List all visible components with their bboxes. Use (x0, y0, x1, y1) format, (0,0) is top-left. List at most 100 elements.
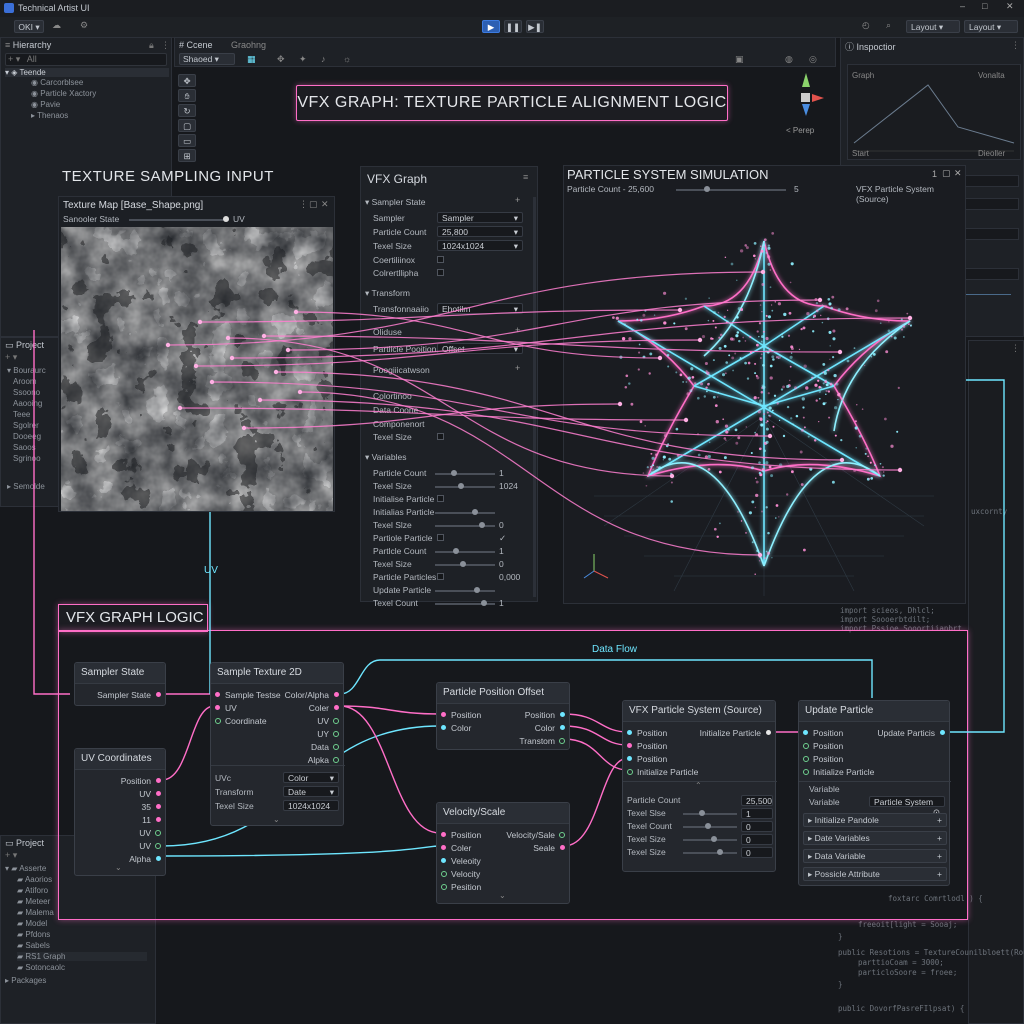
source-row-slider-knob[interactable] (705, 823, 711, 829)
texel-size-field[interactable]: 1024x1024 (283, 800, 339, 811)
project-item[interactable]: ▰ Malema (17, 908, 54, 917)
expand-icon[interactable]: ⌃ (695, 781, 702, 790)
more-icon[interactable]: ⋮ (299, 199, 308, 210)
history-icon[interactable]: ◴ (862, 20, 870, 31)
variable-checkbox[interactable] (437, 573, 444, 580)
output-port[interactable] (560, 725, 565, 730)
variable-slider-knob[interactable] (460, 561, 466, 567)
uvc-dropdown[interactable]: Color ▾ (283, 772, 339, 783)
gizmos-menu-icon[interactable]: ◎ (809, 54, 817, 65)
output-port[interactable] (156, 791, 161, 796)
close-icon[interactable]: ✕ (321, 199, 329, 210)
project-item[interactable]: ▰ Sotoncaolc (17, 963, 65, 972)
vfx-panel-scrollbar[interactable] (533, 197, 536, 597)
input-port[interactable] (803, 743, 809, 749)
input-port[interactable] (803, 756, 809, 762)
uv-slider-knob[interactable] (223, 216, 229, 222)
sampler-section[interactable]: ▾ Sampler State (365, 197, 426, 208)
variable-slider-knob[interactable] (453, 548, 459, 554)
minimize-icon[interactable]: – (960, 1, 965, 11)
output-port[interactable] (334, 692, 339, 697)
particle-count-dropdown[interactable]: 25,800 ▾ (437, 226, 523, 237)
uv-slider[interactable] (129, 219, 229, 221)
project-add-button[interactable]: + ▾ (5, 352, 17, 363)
layout-dropdown[interactable]: Layout ▾ (964, 20, 1018, 33)
output-port[interactable] (333, 744, 339, 750)
input-port[interactable] (441, 832, 446, 837)
output-port[interactable] (560, 845, 565, 850)
transform-dropdown[interactable]: Date ▾ (283, 786, 339, 797)
hierarchy-item[interactable]: ▸ Thenaos (31, 111, 68, 120)
source-row-value[interactable]: 0 (741, 821, 773, 832)
variable-slider[interactable] (435, 525, 495, 527)
source-row-value[interactable]: 0 (741, 834, 773, 845)
close-icon[interactable]: ✕ (1006, 1, 1014, 12)
variable-slider-knob[interactable] (472, 509, 478, 515)
source-row-value[interactable]: 0 (741, 847, 773, 858)
transform-dropdown[interactable]: Ehotilm ▾ (437, 303, 523, 314)
globe-icon[interactable]: ◍ (785, 54, 793, 65)
maximize-icon[interactable]: ▢ (942, 168, 951, 179)
input-port[interactable] (627, 769, 633, 775)
particle-position-dropdown[interactable]: Offset ▾ (437, 343, 523, 354)
output-port[interactable] (156, 804, 161, 809)
project-dropdown[interactable]: OKI ▾ (14, 20, 44, 33)
variable-slider-knob[interactable] (474, 587, 480, 593)
curve-graph[interactable] (848, 65, 1020, 159)
output-port[interactable] (559, 832, 565, 838)
output-port[interactable] (334, 705, 339, 710)
output-port[interactable] (155, 830, 161, 836)
menu-icon[interactable]: ≡ (523, 172, 528, 182)
update-option-button[interactable]: ▸ Date Variables + (803, 831, 947, 845)
source-row-slider-knob[interactable] (699, 810, 705, 816)
hierarchy-item[interactable]: ◉ Carcorblsee (31, 78, 83, 87)
project-item[interactable]: ▾ Bouraurc (7, 366, 46, 375)
project-item[interactable]: ▰ Model (17, 919, 47, 928)
add-icon[interactable]: + (515, 195, 520, 205)
output-port[interactable] (560, 712, 565, 717)
add-icon[interactable]: + (937, 832, 946, 845)
more-icon[interactable]: ⋮ (1011, 40, 1020, 51)
graphing-tab[interactable]: Graohng (231, 40, 266, 50)
coords-checkbox[interactable] (437, 256, 444, 263)
velocity-scale-node[interactable]: Velocity/Scale Position Coler Veleoity Velo… (436, 802, 570, 904)
add-icon[interactable]: + (515, 363, 520, 373)
input-port[interactable] (441, 725, 446, 730)
particle-viewport[interactable] (564, 196, 965, 604)
shading-dropdown[interactable]: Shaoed ▾ (179, 53, 235, 65)
add-icon[interactable]: + (937, 850, 946, 863)
variable-checkbox[interactable] (437, 534, 444, 541)
output-port[interactable] (156, 817, 161, 822)
output-port[interactable] (156, 692, 161, 697)
output-port[interactable] (559, 738, 565, 744)
variable-slider[interactable] (435, 473, 495, 475)
scene-tab[interactable]: # Ccene (179, 40, 213, 50)
layers-dropdown[interactable]: Layout ▾ (906, 20, 960, 33)
project-tab[interactable]: ▭ Project (5, 340, 44, 351)
project-item[interactable]: ▰ RS1 Graph (17, 952, 147, 961)
simulation-slider-knob[interactable] (704, 186, 710, 192)
source-row-slider[interactable] (683, 852, 737, 854)
texel-size-dropdown[interactable]: 1024x1024 ▾ (437, 240, 523, 251)
orientation-gizmo[interactable]: < Perep (784, 70, 834, 140)
output-port[interactable] (333, 757, 339, 763)
source-row-slider[interactable] (683, 813, 737, 815)
move-tool-icon[interactable]: ✥ (178, 74, 196, 87)
input-port[interactable] (441, 712, 446, 717)
variable-slider[interactable] (435, 590, 495, 592)
transform-tool-icon[interactable]: ⊞ (178, 149, 196, 162)
close-icon[interactable]: ✕ (954, 168, 962, 179)
maximize-icon[interactable]: □ (982, 1, 987, 11)
project-item[interactable]: Teee (13, 410, 30, 419)
project-item[interactable]: ▰ Aaorios (17, 875, 52, 884)
variable-slider[interactable] (435, 551, 495, 553)
lock-icon[interactable]: 🔒︎ (149, 40, 154, 51)
input-port[interactable] (627, 743, 632, 748)
hierarchy-item[interactable]: ◉ Particle Xactory (31, 89, 96, 98)
add-icon[interactable]: + (937, 814, 946, 827)
rect-tool-icon[interactable]: ▭ (178, 134, 196, 147)
input-port[interactable] (441, 884, 447, 890)
update-option-button[interactable]: ▸ Data Variable + (803, 849, 947, 863)
audio-icon[interactable]: ♪ (321, 54, 326, 64)
hierarchy-item[interactable]: ◉ Pavie (31, 100, 60, 109)
